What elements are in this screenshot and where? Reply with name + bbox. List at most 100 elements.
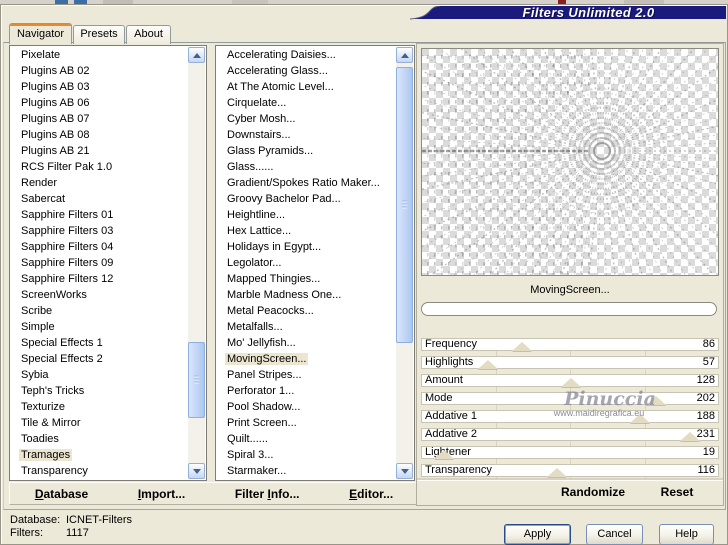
filter-list-item[interactable]: Groovy Bachelor Pad... bbox=[217, 191, 396, 207]
slider-label: Addative 1 bbox=[425, 410, 477, 422]
scrollbar-thumb[interactable] bbox=[396, 67, 413, 343]
category-list-item[interactable]: Simple bbox=[11, 319, 188, 335]
panel-bottom-bar: Randomize Reset bbox=[417, 480, 723, 505]
filter-list-item[interactable]: Hex Lattice... bbox=[217, 223, 396, 239]
category-list-item[interactable]: Special Effects 1 bbox=[11, 335, 188, 351]
category-list-item[interactable]: Scribe bbox=[11, 303, 188, 319]
toolbar-button[interactable]: Editor... bbox=[349, 487, 393, 501]
filter-list-item[interactable]: Starmaker... bbox=[217, 463, 396, 479]
slider-thumb-icon[interactable] bbox=[434, 450, 455, 459]
filter-list-item[interactable]: Cyber Mosh... bbox=[217, 111, 396, 127]
parameter-slider[interactable]: Frequency 86 bbox=[421, 338, 719, 351]
category-list-item[interactable]: Toadies bbox=[11, 431, 188, 447]
scroll-down-button[interactable] bbox=[396, 463, 413, 479]
slider-value: 188 bbox=[696, 410, 715, 422]
parameter-slider[interactable]: Addative 2 231 bbox=[421, 428, 719, 441]
apply-button[interactable]: Apply bbox=[504, 524, 571, 545]
help-button[interactable]: Help bbox=[659, 524, 714, 545]
category-list-item[interactable]: Sabercat bbox=[11, 191, 188, 207]
category-list-item[interactable]: Sapphire Filters 12 bbox=[11, 271, 188, 287]
category-list-item[interactable]: Sapphire Filters 03 bbox=[11, 223, 188, 239]
slider-thumb-icon[interactable] bbox=[680, 432, 701, 441]
slider-thumb-icon[interactable] bbox=[560, 378, 581, 387]
category-list-item[interactable]: Plugins AB 03 bbox=[11, 79, 188, 95]
filter-list-item[interactable]: Glass...... bbox=[217, 159, 396, 175]
filter-list-item[interactable]: Pool Shadow... bbox=[217, 399, 396, 415]
filter-list-item[interactable]: Accelerating Daisies... bbox=[217, 47, 396, 63]
filter-list-item[interactable]: MovingScreen... bbox=[217, 351, 396, 367]
category-list-item[interactable]: Pixelate bbox=[11, 47, 188, 63]
filter-list-item[interactable]: Mapped Thingies... bbox=[217, 271, 396, 287]
filter-list-item[interactable]: At The Atomic Level... bbox=[217, 79, 396, 95]
filter-list-item[interactable]: Glass Pyramids... bbox=[217, 143, 396, 159]
filter-list-item[interactable]: Legolator... bbox=[217, 255, 396, 271]
tab-presets[interactable]: Presets bbox=[73, 25, 125, 44]
filter-list-item[interactable]: Panel Stripes... bbox=[217, 367, 396, 383]
filter-scrollbar[interactable] bbox=[396, 47, 413, 479]
cancel-button[interactable]: Cancel bbox=[586, 524, 643, 545]
filter-list-item[interactable]: Cirquelate... bbox=[217, 95, 396, 111]
reset-button[interactable]: Reset bbox=[647, 485, 707, 499]
slider-thumb-icon[interactable] bbox=[511, 342, 532, 351]
slider-thumb-icon[interactable] bbox=[646, 396, 667, 405]
category-list-item[interactable]: Plugins AB 07 bbox=[11, 111, 188, 127]
category-list-item[interactable]: ScreenWorks bbox=[11, 287, 188, 303]
scroll-down-button[interactable] bbox=[188, 463, 205, 479]
filter-preview-panel: MovingScreen... Frequency 86 Highlights … bbox=[416, 43, 724, 506]
filter-list-item[interactable]: Mo' Jellyfish... bbox=[217, 335, 396, 351]
filter-list-item[interactable]: Holidays in Egypt... bbox=[217, 239, 396, 255]
parameter-slider[interactable]: Amount 128 bbox=[421, 374, 719, 387]
filter-list-item[interactable]: Metal Peacocks... bbox=[217, 303, 396, 319]
slider-thumb-icon[interactable] bbox=[546, 468, 567, 477]
category-list-item[interactable]: RCS Filter Pak 1.0 bbox=[11, 159, 188, 175]
filter-list-item[interactable]: Accelerating Glass... bbox=[217, 63, 396, 79]
category-list-item[interactable]: Special Effects 2 bbox=[11, 351, 188, 367]
category-list-item[interactable]: Teph's Tricks bbox=[11, 383, 188, 399]
category-list-item[interactable]: Texturize bbox=[11, 399, 188, 415]
tab-navigator[interactable]: Navigator bbox=[9, 23, 72, 44]
category-list-item[interactable]: Render bbox=[11, 175, 188, 191]
toolbar-button[interactable]: Database bbox=[35, 487, 88, 501]
category-list-item[interactable]: Plugins AB 02 bbox=[11, 63, 188, 79]
slider-thumb-icon[interactable] bbox=[478, 360, 499, 369]
category-list-item[interactable]: Sapphire Filters 09 bbox=[11, 255, 188, 271]
filter-list-item[interactable]: Marble Madness One... bbox=[217, 287, 396, 303]
scroll-up-button[interactable] bbox=[188, 47, 205, 63]
tab-about[interactable]: About bbox=[126, 25, 171, 44]
category-list-item[interactable]: Sapphire Filters 04 bbox=[11, 239, 188, 255]
filter-list-item[interactable]: Gradient/Spokes Ratio Maker... bbox=[217, 175, 396, 191]
category-list-item[interactable]: Sybia bbox=[11, 367, 188, 383]
category-list-item[interactable]: Tile & Mirror bbox=[11, 415, 188, 431]
parameter-slider[interactable]: Highlights 57 bbox=[421, 356, 719, 369]
category-list-item[interactable]: Tramages bbox=[11, 447, 188, 463]
randomize-button[interactable]: Randomize bbox=[543, 485, 643, 499]
parameter-slider[interactable]: Mode 202 bbox=[421, 392, 719, 405]
category-list-item[interactable]: Plugins AB 21 bbox=[11, 143, 188, 159]
parameter-slider[interactable]: Addative 1 188 bbox=[421, 410, 719, 423]
scrollbar-thumb[interactable] bbox=[188, 342, 205, 418]
filter-list-item[interactable]: Heightline... bbox=[217, 207, 396, 223]
toolbar-button[interactable]: Filter Info... bbox=[235, 487, 300, 501]
parameter-slider[interactable]: Lightener 19 bbox=[421, 446, 719, 459]
category-listbox: Pixelate Plugins AB 02 Plugins AB 03 Plugin… bbox=[9, 45, 207, 481]
category-list-item[interactable]: Plugins AB 06 bbox=[11, 95, 188, 111]
category-list-item[interactable]: Transparency bbox=[11, 463, 188, 479]
filter-list-item[interactable]: Metalfalls... bbox=[217, 319, 396, 335]
category-list-item[interactable]: Plugins AB 08 bbox=[11, 127, 188, 143]
filter-list-item[interactable]: Downstairs... bbox=[217, 127, 396, 143]
toolbar-button[interactable]: Import... bbox=[138, 487, 185, 501]
slider-thumb-icon[interactable] bbox=[630, 414, 651, 423]
filter-list-item[interactable]: Perforator 1... bbox=[217, 383, 396, 399]
window-title: Filters Unlimited 2.0 bbox=[522, 5, 655, 20]
slider-value: 128 bbox=[696, 374, 715, 386]
scroll-up-button[interactable] bbox=[396, 47, 413, 63]
filter-list: Accelerating Daisies... Accelerating Glas… bbox=[217, 47, 396, 479]
filter-preview-image[interactable] bbox=[421, 48, 719, 276]
parameter-slider[interactable]: Transparency 116 bbox=[421, 464, 719, 477]
category-scrollbar[interactable] bbox=[188, 47, 205, 479]
slider-stack: Frequency 86 Highlights 57 Amount 128 Mo… bbox=[421, 338, 719, 482]
filter-list-item[interactable]: Quilt...... bbox=[217, 431, 396, 447]
filter-list-item[interactable]: Print Screen... bbox=[217, 415, 396, 431]
filter-list-item[interactable]: Spiral 3... bbox=[217, 447, 396, 463]
category-list-item[interactable]: Sapphire Filters 01 bbox=[11, 207, 188, 223]
